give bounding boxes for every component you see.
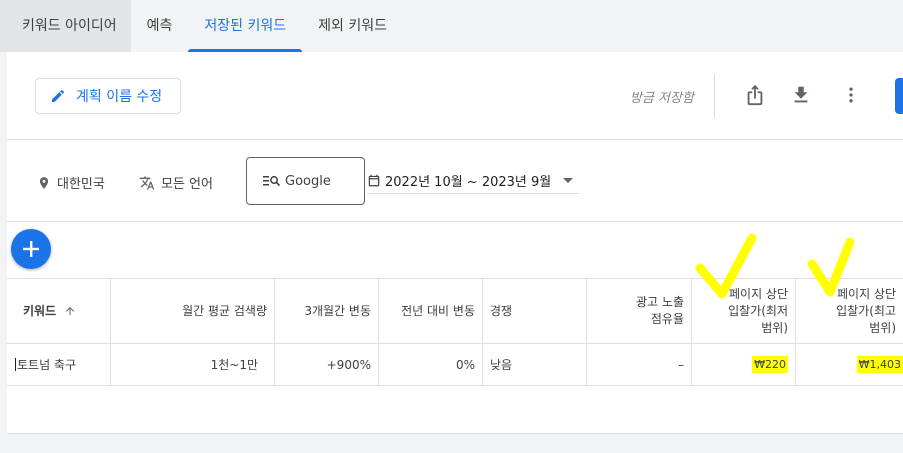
yellow-checkmark-annotation-1 [695, 233, 757, 299]
impression-share-cell: – [587, 344, 692, 385]
location-filter-label: 대한민국 [57, 177, 105, 192]
network-filter-label: Google [285, 173, 331, 189]
date-range-selector[interactable]: 2022년 10월 ~ 2023년 9월 [367, 168, 579, 194]
pencil-icon [52, 89, 65, 102]
keyword-text: 토트넘 축구 [17, 358, 77, 372]
top-bid-low-value: ₩220 [752, 356, 788, 373]
network-filter[interactable]: Google [246, 157, 365, 205]
top-bid-high-cell: ₩1,403 [796, 344, 903, 385]
keyword-table: 키워드 월간 평균 검색량 3개월간 변동 전년 대비 변동 경쟁 광고 노출 … [7, 278, 903, 386]
tab-saved-keywords[interactable]: 저장된 키워드 [188, 0, 302, 52]
column-header-monthly-searches[interactable]: 월간 평균 검색량 [111, 279, 275, 343]
toolbar-divider [714, 74, 715, 118]
chevron-down-icon [563, 178, 573, 183]
add-keyword-button[interactable] [11, 229, 51, 269]
download-icon [794, 86, 808, 103]
edit-plan-name-button[interactable]: 계획 이름 수정 [35, 78, 181, 114]
language-filter-label: 모든 언어 [161, 177, 213, 192]
plus-icon [23, 241, 39, 257]
table-row[interactable]: 토트넘 축구 1천~1만 +900% 0% 낮음 – ₩220 ₩1,403 [7, 344, 903, 386]
top-bid-low-cell: ₩220 [692, 344, 796, 385]
location-filter[interactable]: 대한민국 [37, 173, 105, 192]
low-bid-header-line3: 범위) [761, 320, 788, 335]
impression-header-line2: 점유율 [650, 312, 684, 326]
three-month-change-cell: +900% [275, 344, 379, 385]
calendar-icon [368, 174, 380, 187]
yoy-change-cell: 0% [379, 344, 483, 385]
translate-icon [139, 175, 155, 190]
text-cursor [15, 358, 16, 371]
tab-negative-keywords[interactable]: 제외 키워드 [302, 0, 403, 52]
column-header-yoy-change[interactable]: 전년 대비 변동 [379, 279, 483, 343]
tab-forecast[interactable]: 예측 [131, 0, 189, 52]
column-header-competition[interactable]: 경쟁 [483, 279, 587, 343]
download-button[interactable] [788, 82, 814, 108]
more-options-button[interactable] [838, 82, 864, 108]
location-pin-icon [39, 176, 49, 189]
search-network-icon [263, 176, 281, 187]
high-bid-header-line3: 범위) [869, 320, 896, 335]
tab-keyword-ideas[interactable]: 키워드 아이디어 [0, 0, 131, 52]
tab-bar: 키워드 아이디어 예측 저장된 키워드 제외 키워드 [0, 0, 903, 52]
arrow-up-icon [66, 307, 75, 315]
filter-bar: 대한민국 모든 언어 Google 2022년 10월 ~ 2023년 9월 [7, 140, 903, 222]
language-filter[interactable]: 모든 언어 [139, 173, 213, 192]
column-header-three-month-change[interactable]: 3개월간 변동 [275, 279, 379, 343]
share-button[interactable] [742, 82, 768, 108]
keyword-cell[interactable]: 토트넘 축구 [7, 344, 111, 385]
column-header-keyword[interactable]: 키워드 [7, 279, 111, 343]
column-header-impression-share[interactable]: 광고 노출 점유율 [587, 279, 692, 343]
save-status: 방금 저장함 [630, 91, 694, 106]
column-header-keyword-label: 키워드 [23, 303, 57, 318]
plan-toolbar: 계획 이름 수정 방금 저장함 [7, 52, 903, 140]
edit-plan-name-label: 계획 이름 수정 [76, 89, 163, 105]
table-header-row: 키워드 월간 평균 검색량 3개월간 변동 전년 대비 변동 경쟁 광고 노출 … [7, 278, 903, 344]
date-range-label: 2022년 10월 ~ 2023년 9월 [385, 175, 552, 190]
yellow-checkmark-annotation-2 [807, 238, 855, 297]
more-vert-icon [849, 87, 853, 103]
competition-cell: 낮음 [483, 344, 587, 385]
share-icon [747, 84, 763, 106]
primary-action-button-edge[interactable] [895, 78, 903, 114]
plan-card: 계획 이름 수정 방금 저장함 대한민국 모든 언어 Google 2022년 … [7, 52, 903, 434]
top-bid-high-value: ₩1,403 [856, 356, 903, 373]
monthly-searches-cell: 1천~1만 [111, 344, 275, 385]
impression-header-line1: 광고 노출 [636, 295, 684, 309]
